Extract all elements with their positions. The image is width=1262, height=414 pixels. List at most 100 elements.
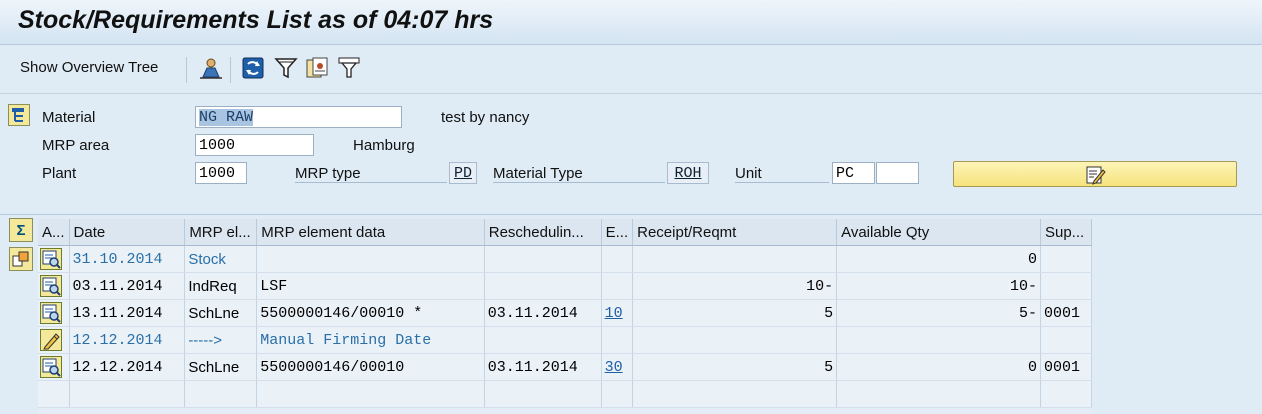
column-header[interactable]: MRP el... [184, 219, 258, 246]
edit-button[interactable] [953, 161, 1237, 187]
material-field[interactable]: NG RAW [195, 106, 402, 128]
show-overview-tree-button[interactable]: Show Overview Tree [20, 59, 158, 76]
date-cell: 31.10.2014 [69, 245, 186, 273]
unit-field[interactable]: PC [832, 162, 875, 184]
detail-icon[interactable] [40, 356, 62, 378]
mrp-el-cell: SchLne [184, 299, 258, 327]
column-header[interactable]: E... [601, 219, 634, 246]
table-row[interactable]: 31.10.2014 Stock 0 [38, 245, 1093, 273]
table-row[interactable]: 12.12.2014 -----> Manual Firming Date [38, 326, 1093, 354]
plant-field[interactable]: 1000 [195, 162, 247, 184]
date-cell: 12.12.2014 [69, 353, 186, 381]
refresh-icon[interactable] [240, 55, 266, 81]
mrp-area-field[interactable]: 1000 [195, 134, 314, 156]
row-action-cell[interactable] [38, 353, 70, 381]
edit-icon [1086, 166, 1106, 185]
row-action-cell[interactable] [38, 245, 70, 273]
column-header[interactable]: A... [38, 219, 70, 246]
exception-cell[interactable] [601, 326, 634, 354]
stock-requirements-grid: A... Date MRP el... MRP element data Res… [38, 219, 1093, 414]
table-row[interactable]: 13.11.2014 SchLne 5500000146/00010 * 03.11.… [38, 299, 1093, 327]
exception-cell[interactable]: 10 [601, 299, 634, 327]
date-cell: 13.11.2014 [69, 299, 186, 327]
material-type-value: ROH [674, 165, 702, 182]
row-action-cell[interactable] [38, 326, 70, 354]
mrp-el-cell: Stock [184, 245, 258, 273]
column-header[interactable]: MRP element data [256, 219, 485, 246]
sup-cell [1040, 326, 1093, 354]
material-description: test by nancy [441, 109, 530, 126]
table-row[interactable]: 03.11.2014 IndReq LSF 10- 10- [38, 272, 1093, 300]
page-title: Stock/Requirements List as of 04:07 hrs [18, 6, 494, 34]
row-action-cell[interactable] [38, 299, 70, 327]
empty-cell [38, 380, 70, 408]
sup-cell [1040, 245, 1093, 273]
expand-header-icon[interactable] [8, 104, 30, 126]
pencil-icon[interactable] [40, 329, 62, 351]
toolbar-separator [230, 57, 231, 83]
mrp-type-value: PD [453, 165, 472, 182]
receipt-cell [632, 326, 838, 354]
exception-cell[interactable]: 30 [601, 353, 634, 381]
empty-cell [632, 380, 838, 408]
resched-cell [484, 272, 602, 300]
mrp-type-field: PD [449, 162, 477, 184]
exception-cell[interactable] [601, 272, 634, 300]
grid-table: A... Date MRP el... MRP element data Res… [38, 219, 1093, 408]
column-header[interactable]: Reschedulin... [484, 219, 602, 246]
sigma-icon[interactable]: Σ [9, 218, 33, 242]
material-type-label: Material Type [493, 165, 665, 183]
empty-cell [836, 380, 1041, 408]
person-icon[interactable] [198, 55, 224, 81]
date-cell: 12.12.2014 [69, 326, 186, 354]
receipt-cell: 5 [632, 353, 838, 381]
available-cell: 5- [836, 299, 1041, 327]
sup-cell: 0001 [1040, 353, 1093, 381]
mrp-area-value: 1000 [199, 137, 236, 154]
empty-row [38, 380, 1093, 408]
empty-cell [484, 380, 602, 408]
header-panel: Material NG RAW test by nancy MRP area 1… [0, 94, 1262, 215]
row-action-cell[interactable] [38, 272, 70, 300]
material-type-field: ROH [667, 162, 709, 184]
detail-icon[interactable] [40, 275, 62, 297]
table-row[interactable]: 12.12.2014 SchLne 5500000146/00010 03.11.20… [38, 353, 1093, 381]
resched-cell [484, 326, 602, 354]
mrp-el-cell: SchLne [184, 353, 258, 381]
plant-value: 1000 [199, 165, 236, 182]
application-toolbar: Show Overview Tree [0, 45, 1262, 94]
column-header[interactable]: Receipt/Reqmt [632, 219, 838, 246]
toolbar-separator [186, 57, 187, 83]
column-header[interactable]: Available Qty [836, 219, 1041, 246]
filter-icon[interactable] [273, 55, 299, 81]
column-header[interactable]: Date [69, 219, 186, 246]
data-cell: Manual Firming Date [256, 326, 485, 354]
resched-cell [484, 245, 602, 273]
exception-link[interactable]: 30 [605, 359, 623, 376]
mrp-area-label: MRP area [42, 137, 110, 154]
settings-icon[interactable] [304, 55, 330, 81]
sup-cell [1040, 272, 1093, 300]
column-header[interactable]: Sup... [1040, 219, 1093, 246]
mrp-el-cell: -----> [184, 326, 258, 354]
available-cell [836, 326, 1041, 354]
select-icon[interactable] [336, 55, 362, 81]
plant-label: Plant [42, 165, 77, 182]
available-cell: 0 [836, 245, 1041, 273]
detail-icon[interactable] [40, 302, 62, 324]
data-cell: 5500000146/00010 [256, 353, 485, 381]
receipt-cell: 5 [632, 299, 838, 327]
exception-link[interactable]: 10 [605, 305, 623, 322]
empty-cell [1040, 380, 1093, 408]
export-icon[interactable] [9, 247, 33, 271]
grid-header-row: A... Date MRP el... MRP element data Res… [38, 219, 1093, 246]
grid-side-toolbar: Σ [0, 215, 38, 414]
exception-cell[interactable] [601, 245, 634, 273]
mrp-el-cell: IndReq [184, 272, 258, 300]
empty-cell [601, 380, 634, 408]
unit-field-2[interactable] [876, 162, 919, 184]
material-value: NG RAW [199, 109, 254, 126]
detail-icon[interactable] [40, 248, 62, 270]
empty-cell [69, 380, 186, 408]
mrp-type-label: MRP type [295, 165, 447, 183]
